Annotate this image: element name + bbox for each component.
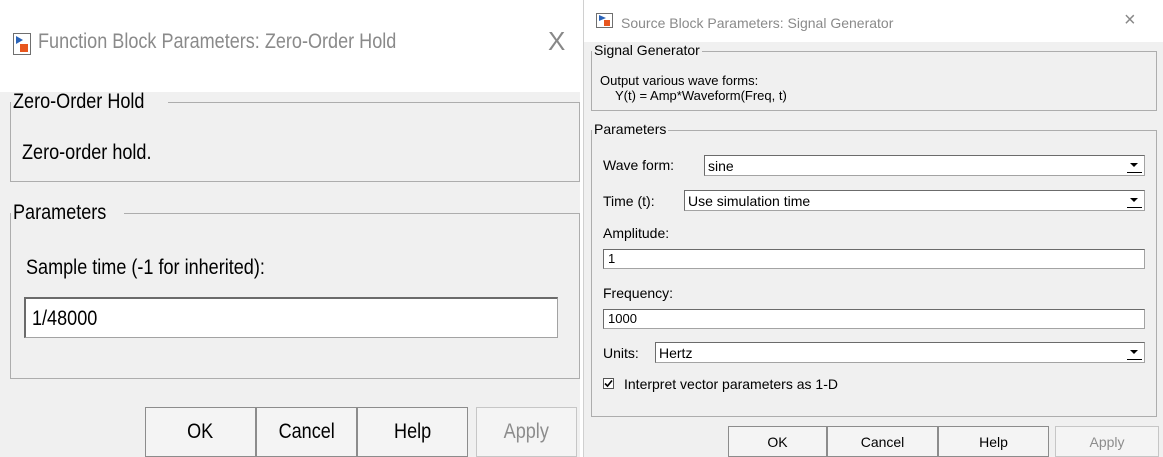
cancel-button[interactable]: Cancel bbox=[256, 407, 357, 457]
sample-time-value: 1/48000 bbox=[32, 307, 98, 330]
help-button[interactable]: Help bbox=[938, 426, 1049, 457]
units-value: Hertz bbox=[659, 345, 693, 361]
interpret-vector-checkbox[interactable] bbox=[603, 378, 614, 389]
units-dropdown[interactable]: Hertz bbox=[655, 342, 1145, 363]
chevron-down-icon[interactable] bbox=[1127, 345, 1142, 360]
cancel-button[interactable]: Cancel bbox=[827, 426, 938, 457]
simulink-block-icon bbox=[13, 33, 31, 60]
block-description-line: Output various wave forms: bbox=[600, 73, 759, 88]
close-icon[interactable]: × bbox=[1124, 9, 1136, 32]
source-block-parameters-dialog: Source Block Parameters: Signal Generato… bbox=[583, 0, 1163, 457]
parameters-group: Parameters bbox=[10, 201, 580, 379]
group-legend: Parameters bbox=[13, 201, 107, 224]
simulink-block-icon bbox=[596, 13, 613, 33]
amplitude-label: Amplitude: bbox=[603, 225, 670, 241]
time-dropdown[interactable]: Use simulation time bbox=[684, 190, 1145, 211]
amplitude-field[interactable]: 1 bbox=[603, 249, 1145, 269]
time-label: Time (t): bbox=[603, 193, 655, 209]
wave-form-dropdown[interactable]: sine bbox=[704, 155, 1145, 176]
close-icon[interactable]: X bbox=[548, 26, 565, 57]
frequency-value: 1000 bbox=[608, 311, 637, 326]
sample-time-field[interactable]: 1/48000 bbox=[24, 297, 558, 338]
wave-form-label: Wave form: bbox=[603, 157, 675, 173]
units-label: Units: bbox=[603, 345, 639, 361]
frequency-label: Frequency: bbox=[603, 285, 674, 301]
block-description-group: Zero-Order Hold bbox=[10, 90, 580, 182]
checkmark-icon bbox=[604, 379, 613, 388]
function-block-parameters-dialog: Function Block Parameters: Zero-Order Ho… bbox=[0, 0, 580, 457]
ok-button[interactable]: OK bbox=[145, 407, 256, 457]
block-description: Zero-order hold. bbox=[22, 141, 152, 164]
dialog-title: Function Block Parameters: Zero-Order Ho… bbox=[38, 30, 397, 53]
dialog-title: Source Block Parameters: Signal Generato… bbox=[621, 15, 894, 31]
chevron-down-icon[interactable] bbox=[1127, 193, 1142, 208]
group-legend: Parameters bbox=[594, 121, 667, 137]
block-description-line: Y(t) = Amp*Waveform(Freq, t) bbox=[615, 88, 787, 103]
sample-time-label: Sample time (-1 for inherited): bbox=[26, 256, 265, 279]
help-button[interactable]: Help bbox=[357, 407, 468, 457]
apply-button[interactable]: Apply bbox=[1055, 426, 1159, 457]
chevron-down-icon[interactable] bbox=[1127, 158, 1142, 173]
wave-form-value: sine bbox=[708, 158, 734, 174]
group-legend: Zero-Order Hold bbox=[13, 90, 145, 113]
ok-button[interactable]: OK bbox=[728, 426, 827, 457]
apply-button[interactable]: Apply bbox=[476, 407, 577, 457]
group-legend: Signal Generator bbox=[594, 42, 700, 58]
amplitude-value: 1 bbox=[608, 251, 616, 266]
time-value: Use simulation time bbox=[688, 193, 811, 209]
title-bar[interactable]: Function Block Parameters: Zero-Order Ho… bbox=[0, 0, 580, 92]
title-bar[interactable]: Source Block Parameters: Signal Generato… bbox=[584, 0, 1163, 42]
interpret-vector-label[interactable]: Interpret vector parameters as 1-D bbox=[624, 376, 838, 392]
frequency-field[interactable]: 1000 bbox=[603, 309, 1145, 329]
